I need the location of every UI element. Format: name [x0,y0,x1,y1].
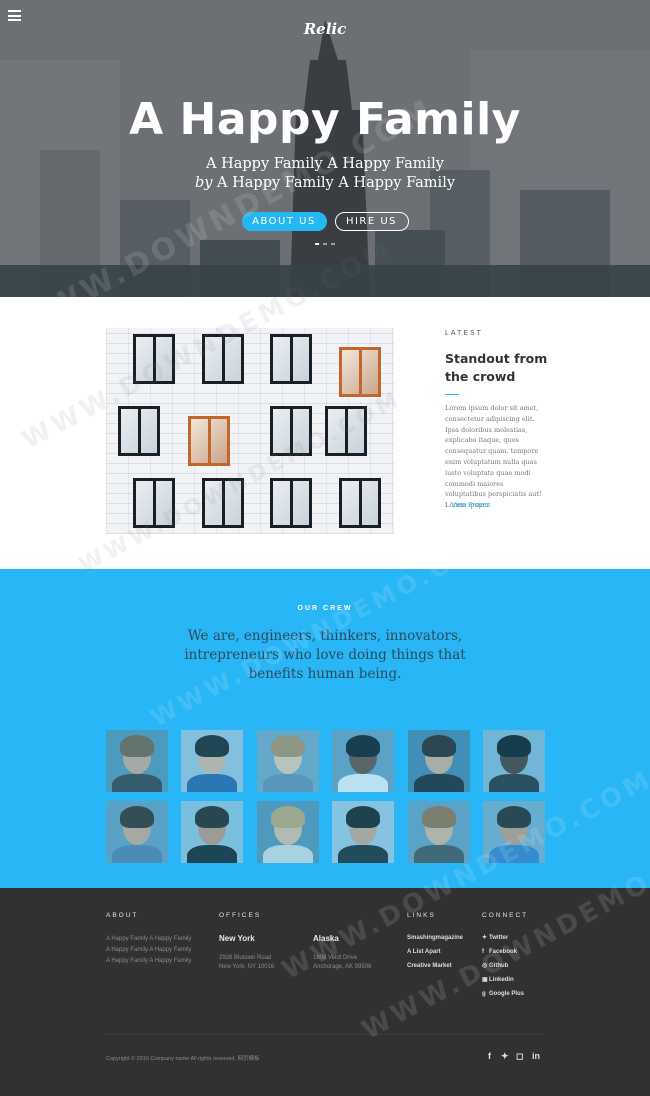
crew-kicker: OUR CREW [297,605,353,612]
crew-member-photo[interactable] [257,730,319,792]
window [325,406,367,456]
window [133,478,175,528]
footer-about-line: A Happy Family A Happy Family [106,947,192,953]
footer-about-line: A Happy Family A Happy Family [106,936,192,942]
crew-member-photo[interactable] [332,730,394,792]
crew-member-photo[interactable] [332,801,394,863]
footer-link-smashingmagazine[interactable]: Smashingmagazine [407,931,463,945]
site-logo[interactable]: Relic [0,20,650,38]
instagram-icon[interactable]: ◻ [516,1051,523,1062]
view-project-link[interactable]: › View Project [445,502,490,509]
footer-about-line: A Happy Family A Happy Family [106,958,192,964]
hero-subtitle-by: by [194,175,213,191]
twitter-icon[interactable]: ✦ [501,1051,509,1062]
crew-statement: We are, engineers, thinkers, innovators,… [184,628,466,682]
footer-links-heading: LINKS [407,912,436,919]
connect-twitter-label: Twitter [489,935,509,941]
building-facade-image [106,328,394,534]
office-address-line: 1808 Veldt Drive [313,955,358,961]
crew-member-photo[interactable] [181,730,243,792]
crew-member-photo[interactable] [483,801,545,863]
connect-facebook-label: Facebook [489,949,518,955]
hero-overlay [0,0,650,297]
crew-section: OUR CREW We are, engineers, thinkers, in… [0,569,650,888]
linkedin-icon[interactable]: in [532,1051,540,1061]
hero-slider-dots[interactable] [315,243,335,245]
hero-section: Relic A Happy Family A Happy Family A Ha… [0,0,650,297]
view-project-label: View Project [451,502,491,509]
about-us-button[interactable]: ABOUT US [241,212,327,231]
window [118,406,160,456]
crew-member-photo[interactable] [483,730,545,792]
github-icon: ◎ [482,963,488,969]
connect-linkedin[interactable]: ▣Linkedin [482,973,514,987]
hero-subtitle: A Happy Family A Happy Family by A Happy… [0,155,650,193]
footer-divider [106,1034,544,1035]
window [270,478,312,528]
copyright-tag: 网页模板 [237,1056,260,1062]
crew-member-photo[interactable] [106,730,168,792]
connect-google-plus-label: Google Plus [489,991,525,997]
latest-kicker: LATEST [445,330,483,337]
window [270,406,312,456]
hero-subtitle-line-2: by A Happy Family A Happy Family [0,174,650,193]
footer-link-a-list-apart[interactable]: A List Apart [407,945,441,959]
window [133,334,175,384]
facebook-icon: f [482,949,484,955]
office-address-line: New York, NY 10016 [219,964,275,970]
window [202,334,244,384]
latest-title: Standout from the crowd [445,351,548,384]
latest-section: LATEST Standout from the crowd Lorem ips… [0,297,650,569]
facebook-icon[interactable]: f [488,1051,491,1061]
connect-google-plus[interactable]: g Google Plus [482,987,524,1001]
connect-facebook[interactable]: f Facebook [482,945,517,959]
hire-us-button[interactable]: HIRE US [334,212,409,231]
office-address-line: Anchorage, AK 99508 [313,964,372,970]
latest-divider [445,394,459,395]
linkedin-icon: ▣ [482,977,488,983]
office-city: New York [219,934,255,943]
site-footer: ABOUT A Happy Family A Happy Family A Ha… [0,888,650,1096]
connect-twitter[interactable]: ✦ Twitter [482,931,508,945]
window [202,478,244,528]
connect-github[interactable]: ◎ Github [482,959,508,973]
copyright-text: Copyright © 2016 Company name All rights… [106,1054,260,1062]
footer-about-heading: ABOUT [106,912,139,919]
window [339,478,381,528]
google-plus-icon: g [482,991,486,997]
footer-link-creative-market[interactable]: Creative Market [407,959,452,973]
office-city: Alaska [313,934,339,943]
hero-subtitle-line-1: A Happy Family A Happy Family [206,156,444,172]
crew-member-photo[interactable] [257,801,319,863]
window-orange [339,347,381,397]
hero-title: A Happy Family [129,94,521,145]
crew-member-photo[interactable] [181,801,243,863]
connect-linkedin-label: Linkedin [489,977,514,983]
window-orange [188,416,230,466]
connect-github-label: Github [489,963,509,969]
twitter-icon: ✦ [482,935,488,941]
footer-connect-heading: CONNECT [482,912,529,919]
window [270,334,312,384]
office-address-line: 2926 Blutown Road [219,955,272,961]
crew-member-photo[interactable] [106,801,168,863]
chevron-right-icon: › [445,502,448,509]
crew-member-photo[interactable] [408,730,470,792]
hero-subtitle-line-2-text: A Happy Family A Happy Family [212,175,456,191]
latest-body-text: Lorem ipsum dolor sit amet, consectetur … [445,404,542,510]
hero-buttons: ABOUT US HIRE US [0,212,650,231]
copyright-label: Copyright © 2016 Company name All rights… [106,1056,237,1062]
crew-member-photo[interactable] [408,801,470,863]
footer-offices-heading: OFFICES [219,912,262,919]
